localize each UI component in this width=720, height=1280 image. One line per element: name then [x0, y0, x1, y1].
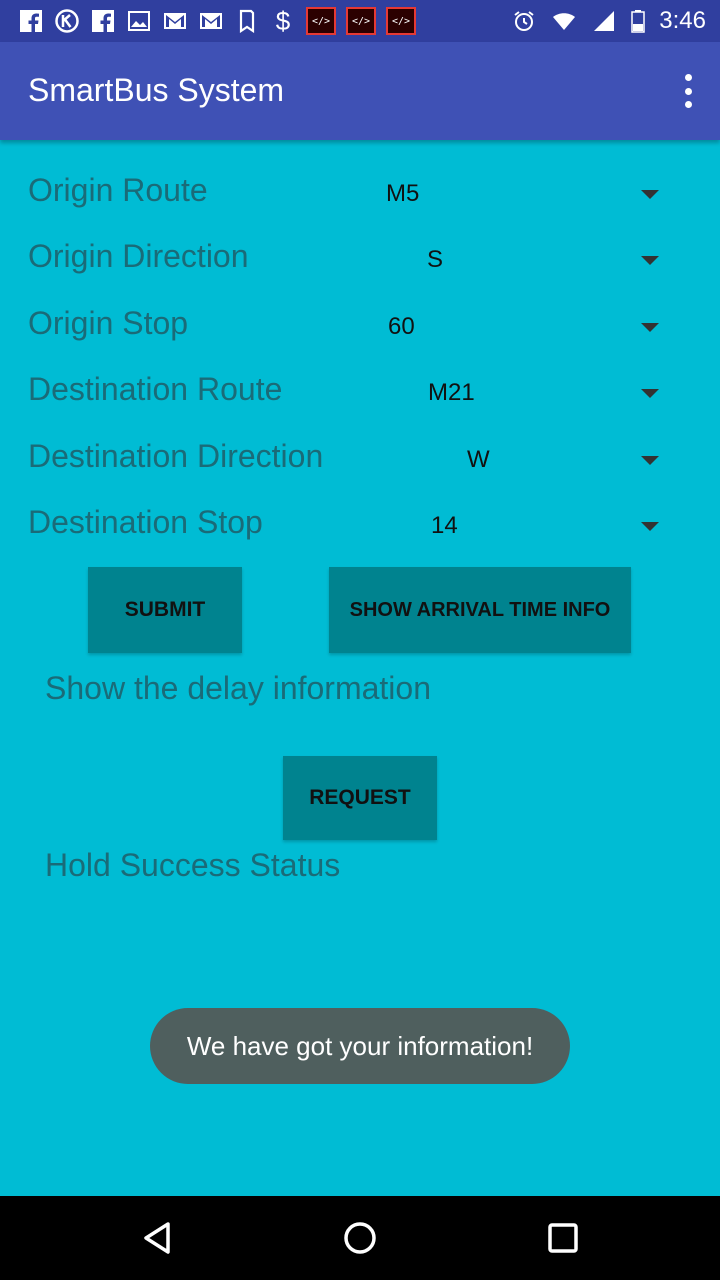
destination-direction-label: Destination Direction: [28, 438, 324, 474]
show-arrival-time-button[interactable]: SHOW ARRIVAL TIME INFO: [329, 567, 631, 653]
origin-stop-row: Origin Stop 60: [0, 297, 720, 357]
hold-status-text: Hold Success Status: [45, 847, 341, 883]
origin-stop-spinner[interactable]: 60: [388, 313, 415, 341]
destination-route-row: Destination Route M21: [0, 363, 720, 423]
k-icon: [54, 8, 80, 34]
toast-message: We have got your information!: [150, 1008, 570, 1084]
app-bar: SmartBus System: [0, 42, 720, 140]
code-icon: </>: [306, 7, 336, 35]
delay-info-text: Show the delay information: [45, 670, 431, 706]
destination-stop-spinner[interactable]: 14: [431, 512, 458, 540]
destination-stop-label: Destination Stop: [28, 504, 263, 540]
destination-route-spinner[interactable]: M21: [428, 379, 475, 407]
app-title: SmartBus System: [28, 72, 285, 108]
system-icons: 3:46: [511, 6, 706, 36]
submit-button[interactable]: SUBMIT: [88, 567, 242, 653]
facebook-icon: [90, 8, 116, 34]
facebook-icon: [18, 8, 44, 34]
origin-direction-row: Origin Direction S: [0, 230, 720, 290]
overflow-menu-button[interactable]: [678, 74, 698, 108]
home-button[interactable]: [340, 1218, 380, 1258]
dropdown-arrow-icon[interactable]: [641, 323, 659, 332]
gmail-icon: [198, 8, 224, 34]
destination-stop-row: Destination Stop 14: [0, 496, 720, 556]
image-icon: [126, 8, 152, 34]
destination-direction-row: Destination Direction W: [0, 430, 720, 490]
bookmark-icon: [234, 8, 260, 34]
navigation-bar: [0, 1196, 720, 1280]
signal-icon: [591, 8, 617, 34]
dropdown-arrow-icon[interactable]: [641, 456, 659, 465]
dollar-icon: $: [275, 5, 291, 36]
dropdown-arrow-icon[interactable]: [641, 190, 659, 199]
alarm-icon: [511, 8, 537, 34]
notification-icons: $ </> </> </>: [18, 6, 416, 36]
origin-route-label: Origin Route: [28, 172, 208, 208]
origin-route-row: Origin Route M5: [0, 164, 720, 224]
clock: 3:46: [659, 7, 706, 34]
destination-route-label: Destination Route: [28, 371, 283, 407]
code-icon: </>: [346, 7, 376, 35]
home-icon: [344, 1222, 376, 1254]
back-icon: [144, 1222, 170, 1254]
dropdown-arrow-icon[interactable]: [641, 389, 659, 398]
request-button[interactable]: REQUEST: [283, 756, 437, 840]
gmail-icon: [162, 8, 188, 34]
recents-icon: [548, 1223, 578, 1253]
status-bar: $ </> </> </> 3:46: [0, 0, 720, 42]
destination-direction-spinner[interactable]: W: [467, 446, 490, 474]
battery-icon: [629, 8, 647, 34]
recents-button[interactable]: [543, 1218, 583, 1258]
back-button[interactable]: [138, 1218, 178, 1258]
origin-stop-label: Origin Stop: [28, 305, 189, 341]
dot-icon: [684, 74, 692, 81]
dot-icon: [684, 101, 692, 108]
origin-route-spinner[interactable]: M5: [386, 180, 419, 208]
dot-icon: [684, 87, 692, 95]
code-icon: </>: [386, 7, 416, 35]
wifi-icon: [549, 8, 579, 34]
dropdown-arrow-icon[interactable]: [641, 256, 659, 265]
dropdown-arrow-icon[interactable]: [641, 522, 659, 531]
origin-direction-spinner[interactable]: S: [427, 246, 443, 274]
origin-direction-label: Origin Direction: [28, 238, 249, 274]
